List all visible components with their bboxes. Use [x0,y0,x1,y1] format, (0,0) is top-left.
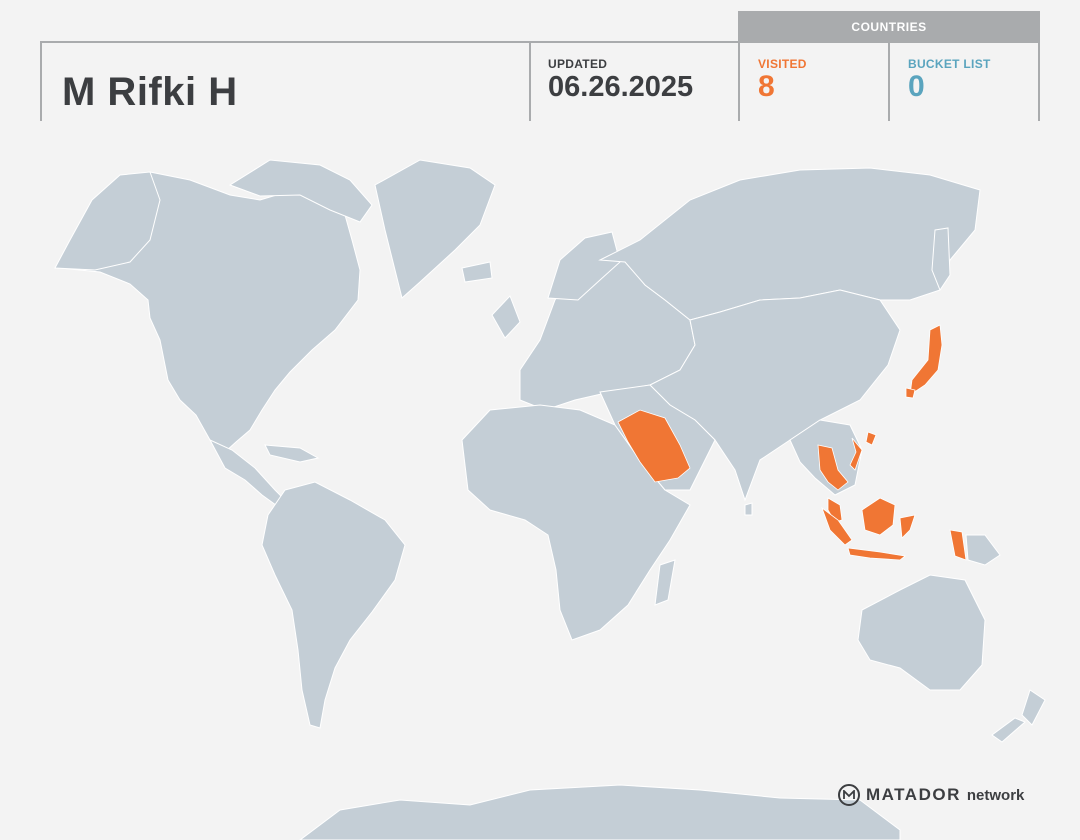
land-iceland [461,261,493,283]
user-name-title: M Rifki H [62,70,238,114]
updated-date: 06.26.2025 [548,71,694,103]
matador-brand: MATADOR network [838,782,1024,808]
land-uk [491,295,521,339]
land-papua-east [965,534,1001,566]
land-madagascar [654,559,676,606]
brand-word: MATADOR [866,785,961,804]
header-divider-visited [738,41,740,121]
bucket-list-label: BUCKET LIST [908,57,991,71]
header-top-border [40,41,1040,43]
visited-borneo[interactable] [861,497,896,536]
updated-label: UPDATED [548,57,608,71]
land-australia [857,574,986,691]
land-sri-lanka [744,502,753,516]
land-caribbean [264,444,320,463]
land-south-america [261,481,406,729]
visited-japan-kyushu[interactable] [905,387,916,399]
visited-papua[interactable] [949,529,967,561]
world-map [54,159,1046,840]
header-divider-updated [529,41,531,121]
land-antarctica [299,784,901,840]
brand-suffix: network [966,786,1025,804]
travel-map-page: COUNTRIES M Rifki H UPDATED 06.26.2025 V… [0,0,1080,840]
matador-m-icon [838,784,860,806]
visited-sulawesi[interactable] [899,514,916,539]
visited-philippines[interactable] [865,431,877,446]
visited-count: 8 [758,70,775,103]
countries-header: COUNTRIES [738,11,1040,42]
header-divider-bucket [888,41,890,121]
visited-label: VISITED [758,57,807,71]
land-new-zealand-south [991,717,1026,743]
header-divider-left [40,41,42,121]
visited-japan[interactable] [909,324,943,396]
land-new-zealand-north [1021,689,1046,726]
header-divider-right [1038,41,1040,121]
visited-java[interactable] [847,547,906,561]
bucket-list-count: 0 [908,70,925,103]
